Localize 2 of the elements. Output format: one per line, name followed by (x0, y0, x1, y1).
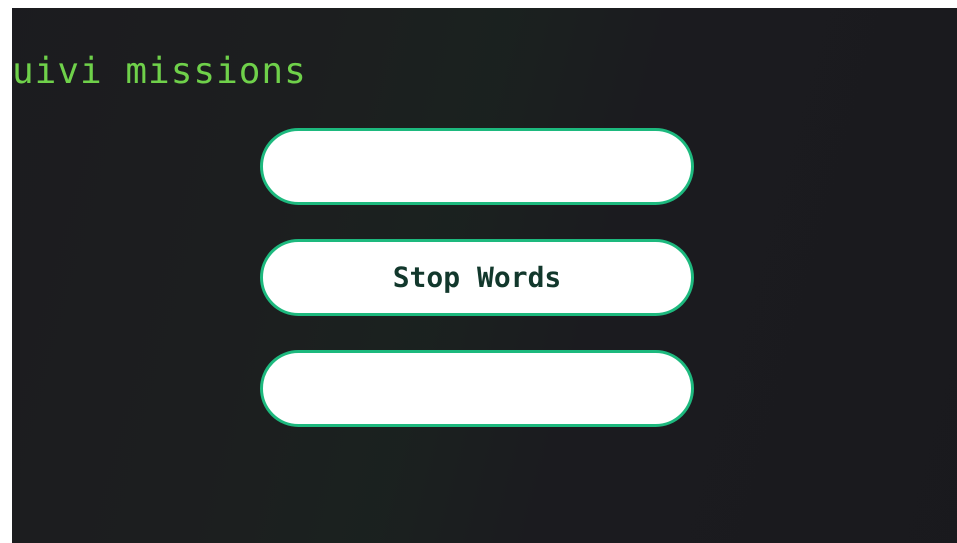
app-title: uivi missions (12, 50, 308, 94)
menu-button[interactable]: Stop Words (260, 239, 694, 316)
